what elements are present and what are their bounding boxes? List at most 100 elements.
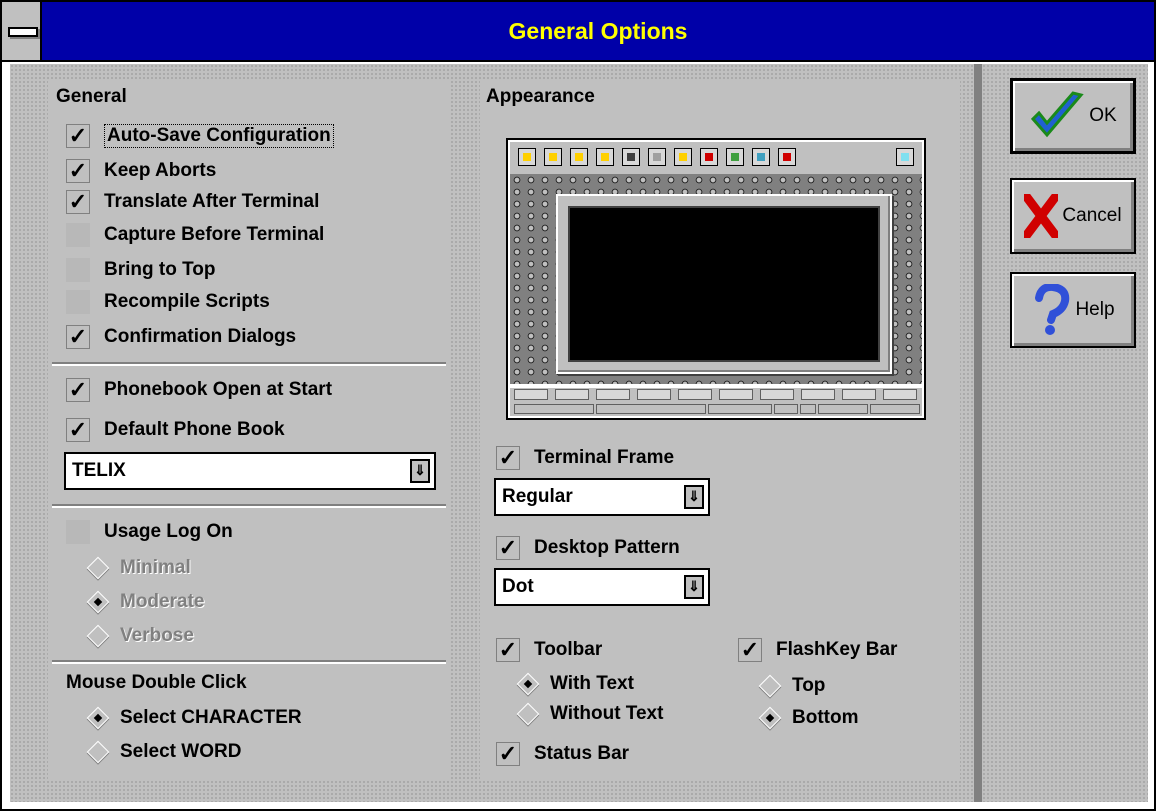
checkbox-label: Confirmation Dialogs [104,326,297,347]
terminal-frame-select[interactable]: Regular ⇓ [494,478,710,516]
preview-toolbar-button [700,148,718,166]
preview-flashkey [801,389,835,400]
radio-label: Verbose [120,625,194,646]
checkmark-icon [1031,91,1084,138]
cancel-label: Cancel [1062,205,1122,226]
radio-label: With Text [550,673,634,694]
preview-toolbar-button [518,148,536,166]
preview-status-bar [510,402,922,416]
terminal-frame-value: Regular [502,486,573,507]
preview-toolbar-button [674,148,692,166]
dropdown-arrow-icon[interactable]: ⇓ [410,459,430,483]
radio-label: Without Text [550,703,664,724]
phonebook-select[interactable]: TELIX ⇓ [64,452,436,490]
checkbox-label: Desktop Pattern [534,537,680,558]
checkbox-box [66,223,90,247]
checkbox-box: ✓ [496,638,520,662]
flashkey-top-radio[interactable]: Top [754,672,825,700]
checkbox-label: Auto-Save Configuration [104,124,334,148]
flashkey-bottom-radio[interactable]: Bottom [754,704,858,732]
toolbar-checkbox[interactable]: ✓ Toolbar [496,636,602,664]
auto-save-checkbox[interactable]: ✓ Auto-Save Configuration [66,122,334,150]
select-word-radio[interactable]: Select WORD [82,738,241,766]
radio-label: Select WORD [120,741,242,762]
help-button[interactable]: Help [1010,272,1136,348]
radio-label: Bottom [792,707,859,728]
usage-log-checkbox[interactable]: Usage Log On [66,518,233,546]
preview-flashkey [678,389,712,400]
toolbar-without-text-radio[interactable]: Without Text [512,700,663,728]
general-heading: General [56,86,127,107]
x-mark-icon [1024,194,1059,238]
checkbox-label: Capture Before Terminal [104,224,325,245]
capture-before-terminal-checkbox[interactable]: Capture Before Terminal [66,221,324,249]
dropdown-arrow-icon[interactable]: ⇓ [684,485,704,509]
separator [52,362,446,366]
question-mark-icon [1035,284,1070,335]
system-menu-button[interactable] [2,2,42,60]
toolbar-with-text-radio[interactable]: With Text [512,670,634,698]
general-options-window: General Options General ✓ Auto-Save Confi… [0,0,1156,811]
confirmation-dialogs-checkbox[interactable]: ✓ Confirmation Dialogs [66,323,296,351]
default-phonebook-checkbox[interactable]: ✓ Default Phone Book [66,416,285,444]
desktop-pattern-value: Dot [502,576,534,597]
preview-status-cell [870,404,920,414]
checkbox-label: Recompile Scripts [104,291,270,312]
log-moderate-radio[interactable]: Moderate [82,588,204,616]
checkbox-box: ✓ [496,742,520,766]
preview-terminal-frame [556,194,892,374]
preview-flashkey [514,389,548,400]
keep-aborts-checkbox[interactable]: ✓ Keep Aborts [66,157,216,185]
radio-label: Select CHARACTER [120,707,302,728]
preview-flashkey [719,389,753,400]
bring-to-top-checkbox[interactable]: Bring to Top [66,256,216,284]
checkbox-label: Translate After Terminal [104,191,320,212]
checkbox-box [66,290,90,314]
recompile-scripts-checkbox[interactable]: Recompile Scripts [66,288,270,316]
preview-toolbar-button [752,148,770,166]
checkbox-box: ✓ [66,378,90,402]
radio-indicator [516,672,540,696]
desktop-pattern-select[interactable]: Dot ⇓ [494,568,710,606]
phonebook-open-checkbox[interactable]: ✓ Phonebook Open at Start [66,376,332,404]
preview-flashkey [883,389,917,400]
title-bar: General Options [2,2,1154,62]
preview-status-cell [514,404,594,414]
log-minimal-radio[interactable]: Minimal [82,554,191,582]
terminal-frame-checkbox[interactable]: ✓ Terminal Frame [496,444,674,472]
flashkey-bar-checkbox[interactable]: ✓ FlashKey Bar [738,636,897,664]
checkbox-label: Default Phone Book [104,419,285,440]
radio-indicator [86,740,110,764]
checkbox-box: ✓ [66,190,90,214]
checkbox-label: Bring to Top [104,259,216,280]
preview-toolbar-button [544,148,562,166]
checkbox-label: Usage Log On [104,521,233,542]
cancel-button[interactable]: Cancel [1010,178,1136,254]
desktop-pattern-checkbox[interactable]: ✓ Desktop Pattern [496,534,680,562]
appearance-heading: Appearance [486,86,595,107]
radio-label: Minimal [120,557,191,578]
appearance-preview [506,138,926,420]
log-verbose-radio[interactable]: Verbose [82,622,194,650]
preview-status-cell [800,404,816,414]
separator [52,660,446,664]
translate-after-terminal-checkbox[interactable]: ✓ Translate After Terminal [66,188,319,216]
checkbox-label: Toolbar [534,639,603,660]
preview-help-button [896,148,914,166]
checkbox-box: ✓ [66,325,90,349]
dropdown-arrow-icon[interactable]: ⇓ [684,575,704,599]
checkbox-label: Terminal Frame [534,447,675,468]
preview-toolbar-button [596,148,614,166]
status-bar-checkbox[interactable]: ✓ Status Bar [496,740,629,768]
window-title: General Options [508,18,688,44]
checkbox-label: FlashKey Bar [776,639,898,660]
select-character-radio[interactable]: Select CHARACTER [82,704,302,732]
divider [974,64,982,802]
mouse-double-click-heading: Mouse Double Click [66,672,247,693]
ok-button[interactable]: OK [1010,78,1136,154]
checkbox-label: Keep Aborts [104,160,217,181]
help-label: Help [1075,299,1115,320]
preview-toolbar-button [622,148,640,166]
checkbox-label: Phonebook Open at Start [104,379,333,400]
phonebook-value: TELIX [72,460,126,481]
